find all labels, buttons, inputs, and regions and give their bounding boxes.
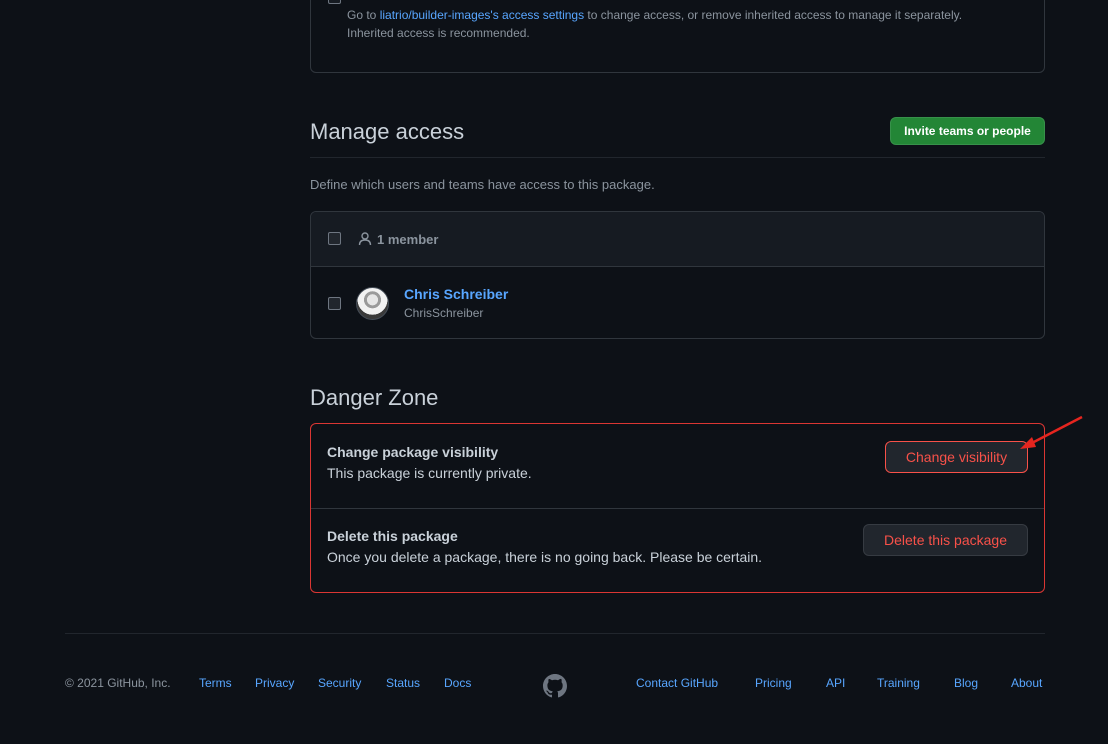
danger-zone-box: Change package visibility This package i… xyxy=(310,423,1045,593)
manage-access-description: Define which users and teams have access… xyxy=(310,177,655,192)
member-name-link[interactable]: Chris Schreiber xyxy=(404,286,508,302)
inherited-text-before: Go to xyxy=(347,8,377,22)
member-list: 1 member Chris Schreiber ChrisSchreiber xyxy=(310,211,1045,339)
danger-zone-divider xyxy=(311,508,1044,509)
delete-package-button[interactable]: Delete this package xyxy=(863,524,1028,556)
inherited-access-checkbox[interactable] xyxy=(328,0,341,4)
member-count: 1 member xyxy=(357,231,438,247)
member-login: ChrisSchreiber xyxy=(404,306,484,320)
footer-link-about[interactable]: About xyxy=(1011,676,1042,690)
github-logo-icon[interactable] xyxy=(543,674,567,698)
footer-link-privacy[interactable]: Privacy xyxy=(255,676,294,690)
person-icon xyxy=(358,232,372,246)
manage-access-title: Manage access xyxy=(310,119,465,144)
footer-divider xyxy=(65,633,1045,634)
footer-link-docs[interactable]: Docs xyxy=(444,676,471,690)
inherited-text-after: to change access, or remove inherited ac… xyxy=(587,8,963,22)
avatar[interactable] xyxy=(356,287,389,320)
inherited-access-box: Go to liatrio/builder-images's access se… xyxy=(310,0,1045,73)
annotation-arrow-icon xyxy=(1020,415,1083,449)
visibility-title: Change package visibility xyxy=(327,444,499,460)
invite-teams-button[interactable]: Invite teams or people xyxy=(890,117,1045,145)
visibility-description: This package is currently private. xyxy=(327,465,532,481)
package-settings-page: Go to liatrio/builder-images's access se… xyxy=(0,0,1108,744)
footer-link-terms[interactable]: Terms xyxy=(199,676,232,690)
danger-zone-title: Danger Zone xyxy=(310,385,439,410)
footer-link-contact[interactable]: Contact GitHub xyxy=(636,676,718,690)
member-checkbox[interactable] xyxy=(328,297,341,310)
footer-link-blog[interactable]: Blog xyxy=(954,676,978,690)
select-all-checkbox[interactable] xyxy=(328,232,341,245)
delete-title: Delete this package xyxy=(327,528,458,544)
delete-description: Once you delete a package, there is no g… xyxy=(327,549,763,565)
inherited-recommended-text: Inherited access is recommended. xyxy=(347,26,530,40)
member-list-header: 1 member xyxy=(311,212,1044,267)
footer-link-training[interactable]: Training xyxy=(877,676,920,690)
access-settings-link[interactable]: liatrio/builder-images's access settings xyxy=(380,8,584,22)
footer-link-pricing[interactable]: Pricing xyxy=(755,676,792,690)
footer-link-status[interactable]: Status xyxy=(386,676,420,690)
inherited-access-text: Go to liatrio/builder-images's access se… xyxy=(347,6,1027,42)
footer-link-security[interactable]: Security xyxy=(318,676,361,690)
change-visibility-button[interactable]: Change visibility xyxy=(885,441,1028,473)
footer-link-api[interactable]: API xyxy=(826,676,845,690)
member-count-label: 1 member xyxy=(377,231,439,247)
footer-copyright: © 2021 GitHub, Inc. xyxy=(65,676,171,690)
manage-access-divider xyxy=(310,157,1045,158)
